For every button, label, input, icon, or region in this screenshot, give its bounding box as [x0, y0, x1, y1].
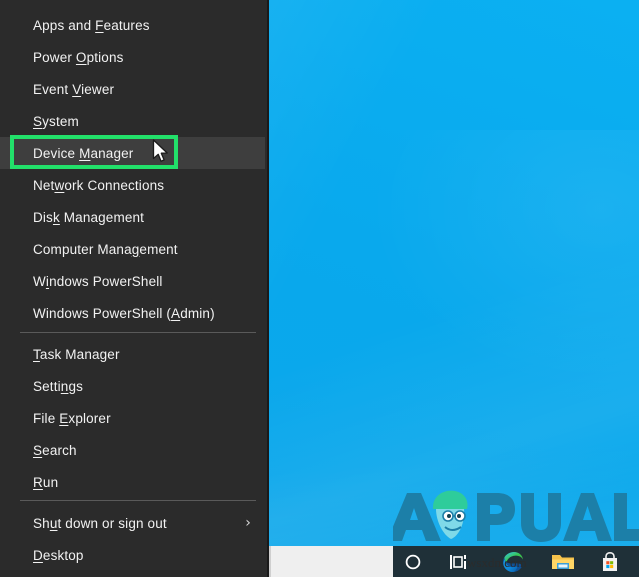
- menu-item-search[interactable]: Search: [0, 434, 265, 466]
- menu-item-label: Shut down or sign out: [33, 515, 167, 531]
- site-watermark-text: wsxdn.com: [467, 555, 527, 570]
- menu-item-system[interactable]: System: [0, 105, 265, 137]
- menu-item-label: Apps and Features: [33, 17, 150, 33]
- menu-item-label: Desktop: [33, 547, 84, 563]
- menu-item-label: Settings: [33, 378, 83, 394]
- menu-item-label: Event Viewer: [33, 81, 115, 97]
- wallpaper-glow: [369, 130, 639, 390]
- desktop-wallpaper[interactable]: [223, 0, 639, 577]
- menu-item-shut-down-or-sign-out[interactable]: Shut down or sign out ›: [0, 507, 265, 539]
- menu-item-label: File Explorer: [33, 410, 111, 426]
- menu-item-device-manager[interactable]: Device Manager: [0, 137, 265, 169]
- menu-item-settings[interactable]: Settings: [0, 370, 265, 402]
- menu-item-label: Network Connections: [33, 177, 165, 193]
- menu-item-label: Task Manager: [33, 346, 120, 362]
- microsoft-store-icon[interactable]: [590, 546, 630, 577]
- file-explorer-icon[interactable]: [543, 546, 583, 577]
- chevron-right-icon: ›: [245, 515, 251, 531]
- menu-item-label: Search: [33, 442, 77, 458]
- menu-item-disk-management[interactable]: Disk Management: [0, 201, 265, 233]
- menu-item-apps-and-features[interactable]: Apps and Features: [0, 9, 265, 41]
- menu-item-power-options[interactable]: Power Options: [0, 41, 265, 73]
- cortana-icon[interactable]: [393, 546, 433, 577]
- menu-item-desktop[interactable]: Desktop: [0, 539, 265, 571]
- menu-item-label: Power Options: [33, 49, 124, 65]
- screen: wsxdn.com Apps and Features Power Option…: [0, 0, 639, 577]
- menu-item-windows-powershell[interactable]: Windows PowerShell: [0, 265, 265, 297]
- menu-item-computer-management[interactable]: Computer Management: [0, 233, 265, 265]
- menu-separator-2: [20, 500, 256, 501]
- menu-item-network-connections[interactable]: Network Connections: [0, 169, 265, 201]
- winx-context-menu: Apps and Features Power Options Event Vi…: [0, 0, 269, 577]
- menu-item-label: Windows PowerShell: [33, 273, 163, 289]
- menu-item-label: Device Manager: [33, 145, 134, 161]
- menu-item-windows-powershell-admin[interactable]: Windows PowerShell (Admin): [0, 297, 265, 329]
- taskbar-search-input[interactable]: [269, 546, 393, 577]
- menu-item-label: Windows PowerShell (Admin): [33, 305, 215, 321]
- menu-item-task-manager[interactable]: Task Manager: [0, 338, 265, 370]
- taskbar: wsxdn.com: [269, 546, 639, 577]
- menu-separator-1: [20, 332, 256, 333]
- menu-item-label: Run: [33, 474, 59, 490]
- menu-item-label: Computer Management: [33, 241, 178, 257]
- menu-item-label: System: [33, 113, 79, 129]
- menu-item-file-explorer[interactable]: File Explorer: [0, 402, 265, 434]
- menu-item-label: Disk Management: [33, 209, 145, 225]
- menu-item-run[interactable]: Run: [0, 466, 265, 498]
- menu-item-event-viewer[interactable]: Event Viewer: [0, 73, 265, 105]
